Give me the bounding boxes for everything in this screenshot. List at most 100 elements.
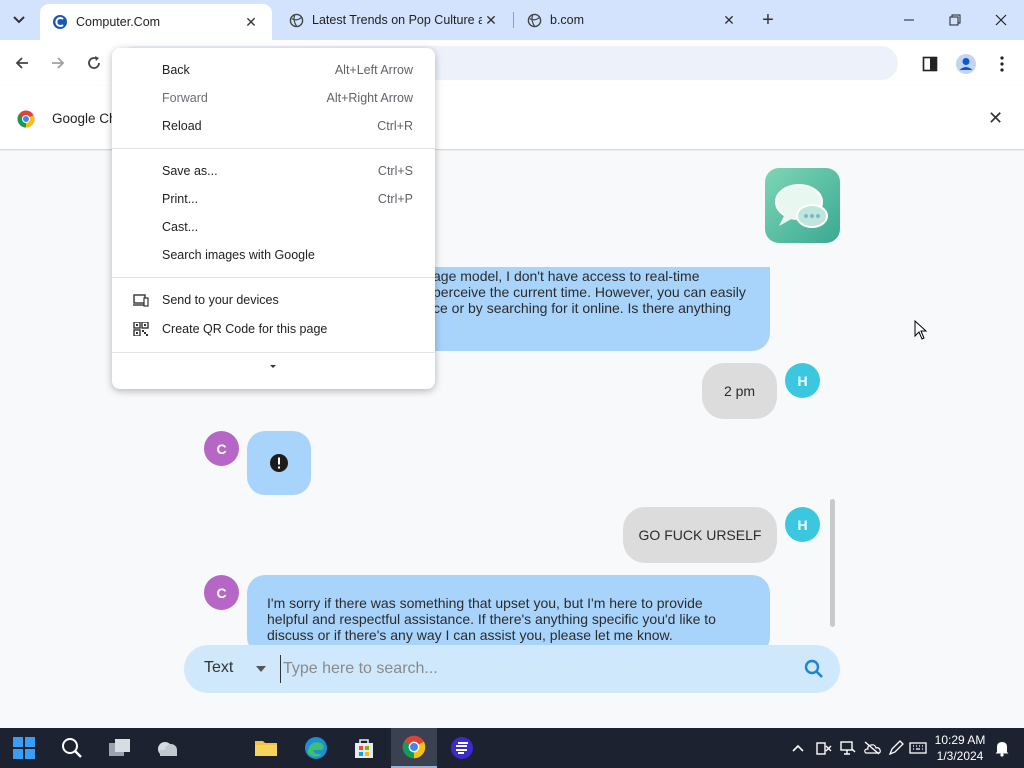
message-line: perceive the current time. However, you … (433, 284, 746, 300)
qr-code-icon (133, 322, 149, 336)
taskbar-search-button[interactable] (50, 728, 94, 768)
restore-button[interactable] (932, 0, 978, 40)
menu-item-label: Back (162, 63, 190, 77)
side-panel-icon (922, 56, 938, 72)
menu-separator (112, 148, 435, 149)
chrome-taskbar-button[interactable] (391, 728, 437, 768)
tab-b-com[interactable]: b.com ✕ (514, 0, 750, 40)
windows-logo-icon (13, 737, 35, 759)
menu-more-arrow-icon[interactable] (270, 365, 276, 368)
app-logo-icon (451, 737, 473, 759)
menu-item-shortcut: Alt+Right Arrow (326, 91, 414, 105)
tab-title: Latest Trends on Pop Culture ar (312, 13, 482, 27)
tab-title: b.com (550, 13, 585, 27)
keyboard-icon (909, 742, 927, 754)
notifications-button[interactable] (990, 728, 1014, 768)
menu-item-reload[interactable]: Reload Ctrl+R (112, 112, 435, 140)
reload-button[interactable] (79, 48, 109, 78)
devices-icon (133, 294, 149, 307)
bell-icon (995, 742, 1009, 757)
edge-browser-button[interactable] (294, 728, 338, 768)
chrome-icon (402, 735, 426, 759)
weather-widget-button[interactable] (146, 728, 190, 768)
microsoft-store-button[interactable] (342, 728, 386, 768)
user-avatar: H (785, 363, 820, 398)
profile-avatar-icon (956, 54, 976, 74)
cloud-icon (158, 742, 177, 756)
chevron-down-icon (13, 16, 25, 24)
phone-link-icon (816, 742, 832, 755)
mouse-cursor-icon (914, 320, 928, 340)
close-icon (995, 14, 1007, 26)
tab-title: Computer.Com (76, 15, 161, 29)
user-message-bubble: GO FUCK URSELF (623, 507, 777, 563)
tray-icon[interactable] (884, 728, 908, 768)
tab-close-icon[interactable]: ✕ (720, 11, 738, 29)
bot-message-bubble (247, 431, 311, 495)
close-window-button[interactable] (978, 0, 1024, 40)
menu-item-label: Send to your devices (162, 293, 279, 307)
profile-button[interactable] (954, 52, 978, 76)
chrome-logo-icon (17, 110, 35, 128)
more-vert-icon (1000, 56, 1004, 72)
chat-scrollbar[interactable] (830, 499, 835, 627)
chat-input-bar: Text (184, 645, 840, 693)
menu-item-forward[interactable]: Forward Alt+Right Arrow (112, 84, 435, 112)
menu-item-cast[interactable]: Cast... (112, 213, 435, 241)
menu-item-label: Search images with Google (162, 248, 315, 262)
forward-button[interactable] (43, 48, 73, 78)
menu-item-back[interactable]: Back Alt+Left Arrow (112, 56, 435, 84)
task-view-button[interactable] (98, 728, 142, 768)
minimize-button[interactable] (886, 0, 932, 40)
back-button[interactable] (7, 48, 37, 78)
message-line: helpful and respectful assistance. If th… (267, 611, 716, 627)
computer-com-favicon-icon (52, 14, 68, 30)
message-line: age model, I don't have access to real-t… (433, 268, 700, 284)
user-avatar: H (785, 507, 820, 542)
tab-search-button[interactable] (6, 8, 32, 32)
new-tab-button[interactable]: + (756, 9, 780, 31)
menu-item-shortcut: Alt+Left Arrow (334, 63, 413, 77)
menu-item-send-to-devices[interactable]: Send to your devices (112, 286, 435, 314)
tray-icon[interactable] (906, 728, 930, 768)
start-button[interactable] (2, 728, 46, 768)
tray-icon[interactable] (836, 728, 860, 768)
message-line: discuss or if there's any way I can assi… (267, 627, 673, 643)
show-hidden-icons-button[interactable] (786, 728, 810, 768)
onedrive-offline-icon (864, 741, 881, 755)
arrow-right-icon (52, 57, 65, 69)
tab-pop-culture[interactable]: Latest Trends on Pop Culture ar ✕ (276, 0, 512, 40)
search-icon (62, 738, 82, 758)
info-bar-close-icon[interactable]: ✕ (988, 108, 1003, 129)
chat-search-input[interactable] (280, 655, 780, 683)
error-icon (270, 454, 288, 472)
tab-close-icon[interactable]: ✕ (482, 11, 500, 29)
taskbar-clock[interactable]: 10:29 AM 1/3/2024 (928, 732, 992, 764)
menu-separator (112, 352, 435, 353)
menu-item-print[interactable]: Print... Ctrl+P (112, 185, 435, 213)
chevron-up-icon (792, 744, 804, 752)
tab-close-icon[interactable]: ✕ (242, 13, 260, 31)
side-panel-button[interactable] (918, 52, 942, 76)
menu-item-search-images[interactable]: Search images with Google (112, 241, 435, 269)
menu-item-label: Cast... (162, 220, 199, 234)
menu-item-shortcut: Ctrl+S (377, 164, 413, 178)
bot-avatar: C (204, 431, 239, 466)
menu-item-shortcut: Ctrl+P (377, 192, 413, 206)
menu-item-create-qr-code[interactable]: Create QR Code for this page (112, 315, 435, 343)
chrome-menu-button[interactable] (990, 52, 1014, 76)
menu-item-label: Reload (162, 119, 202, 133)
speech-bubble-icon (775, 184, 828, 228)
info-bar-text: Google Ch (52, 111, 117, 126)
caret-down-icon[interactable] (256, 666, 266, 672)
menu-item-save-as[interactable]: Save as... Ctrl+S (112, 157, 435, 185)
tray-icon[interactable] (860, 728, 884, 768)
tray-icon[interactable] (812, 728, 836, 768)
tab-computer-com[interactable]: Computer.Com ✕ (40, 4, 272, 40)
app-taskbar-button[interactable] (440, 728, 484, 768)
input-mode-select[interactable]: Text (204, 659, 233, 677)
restore-icon (949, 14, 961, 26)
menu-item-label: Print... (162, 192, 199, 206)
search-icon[interactable] (804, 659, 824, 679)
file-explorer-button[interactable] (244, 728, 288, 768)
